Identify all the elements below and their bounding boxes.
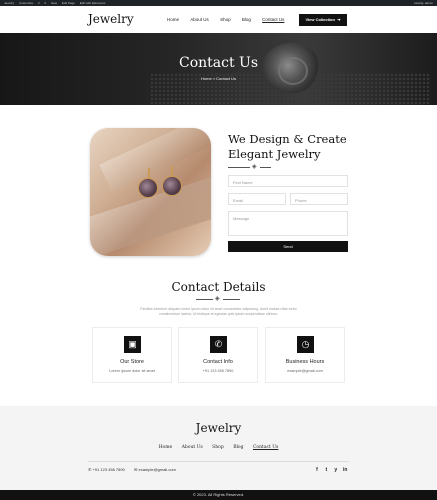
map-icon: ▣ — [124, 336, 141, 353]
earrings-image — [90, 128, 211, 256]
divider-line — [228, 167, 250, 168]
card-text: +91 123 456 7890 — [202, 369, 234, 373]
divider-line — [196, 299, 213, 300]
card-text: example@gmail.com — [287, 369, 323, 373]
page-hero: Contact Us Home » Contact Us — [0, 33, 437, 105]
earring — [138, 178, 158, 198]
arrow-right-icon: ➔ — [336, 17, 341, 22]
card-text: Lorem ipsum dolor sit amet — [109, 369, 155, 373]
footer-nav-home[interactable]: Home — [159, 445, 173, 450]
site-header: Jewelry Home About Us Shop Blog Contact … — [0, 6, 437, 33]
footer-nav-blog[interactable]: Blog — [233, 445, 243, 450]
nav-item-contact[interactable]: Contact Us — [262, 17, 284, 22]
social-links: f t y in — [313, 467, 349, 473]
diamond-icon: ◈ — [252, 164, 257, 170]
footer-nav: Home About Us Shop Blog Contact Us — [0, 445, 437, 450]
heading-line: We Design & Create — [228, 132, 347, 146]
footer-divider — [88, 461, 349, 462]
breadcrumb: Home » Contact Us — [201, 76, 236, 81]
nav-item-blog[interactable]: Blog — [242, 17, 251, 22]
heading-line: Elegant Jewelry — [228, 147, 321, 161]
view-collection-label: View Collection — [305, 17, 335, 22]
footer-phone[interactable]: ✆ +91 123 456 7890 — [88, 467, 125, 472]
twitter-icon[interactable]: t — [322, 467, 330, 473]
site-footer: Jewelry Home About Us Shop Blog Contact … — [0, 406, 437, 490]
copyright: © 2023. All Rights Reserved. — [0, 490, 437, 500]
contact-card-hours: ◷ Business Hours example@gmail.com — [265, 327, 345, 383]
footer-nav-contact[interactable]: Contact Us — [253, 445, 278, 450]
divider-line — [260, 167, 271, 168]
linkedin-icon[interactable]: in — [341, 467, 349, 473]
footer-email-text: example@gmail.com — [138, 467, 176, 472]
earring — [162, 176, 182, 196]
contact-heading: We Design & Create Elegant Jewelry — [228, 132, 347, 162]
main-nav: Home About Us Shop Blog Contact Us — [167, 17, 294, 22]
contact-card-store: ▣ Our Store Lorem ipsum dolor sit amet — [92, 327, 172, 383]
phone-icon: ✆ — [210, 336, 227, 353]
card-title: Business Hours — [285, 359, 325, 365]
youtube-icon[interactable]: y — [332, 467, 340, 473]
email-field[interactable]: Email — [228, 193, 286, 205]
contact-details-description: Facilisis interdum aliquam lorem ipsum d… — [140, 307, 297, 316]
footer-phone-text: +91 123 456 7890 — [92, 467, 125, 472]
footer-nav-shop[interactable]: Shop — [212, 445, 224, 450]
nav-item-shop[interactable]: Shop — [220, 17, 231, 22]
divider-line — [223, 299, 240, 300]
contact-details-title: Contact Details — [171, 280, 266, 294]
message-field[interactable]: Message — [228, 211, 348, 236]
card-title: Our Store — [120, 359, 144, 365]
phone-field[interactable]: Phone — [290, 193, 348, 205]
diamond-icon: ◈ — [215, 296, 220, 302]
first-name-field[interactable]: First Name — [228, 175, 348, 187]
send-button[interactable]: Send — [228, 241, 348, 252]
footer-logo[interactable]: Jewelry — [0, 421, 437, 435]
clock-icon: ◷ — [297, 336, 314, 353]
card-title: Contact Info — [203, 359, 233, 365]
site-logo[interactable]: Jewelry — [88, 12, 134, 26]
nav-item-home[interactable]: Home — [167, 17, 179, 22]
contact-card-info: ✆ Contact Info +91 123 456 7890 — [178, 327, 258, 383]
footer-nav-about[interactable]: About Us — [182, 445, 203, 450]
footer-email[interactable]: ✉ example@gmail.com — [134, 467, 176, 472]
nav-item-about[interactable]: About Us — [190, 17, 209, 22]
page-title: Contact Us — [178, 55, 259, 71]
view-collection-button[interactable]: View Collection ➔ — [299, 14, 347, 26]
facebook-icon[interactable]: f — [313, 467, 321, 473]
